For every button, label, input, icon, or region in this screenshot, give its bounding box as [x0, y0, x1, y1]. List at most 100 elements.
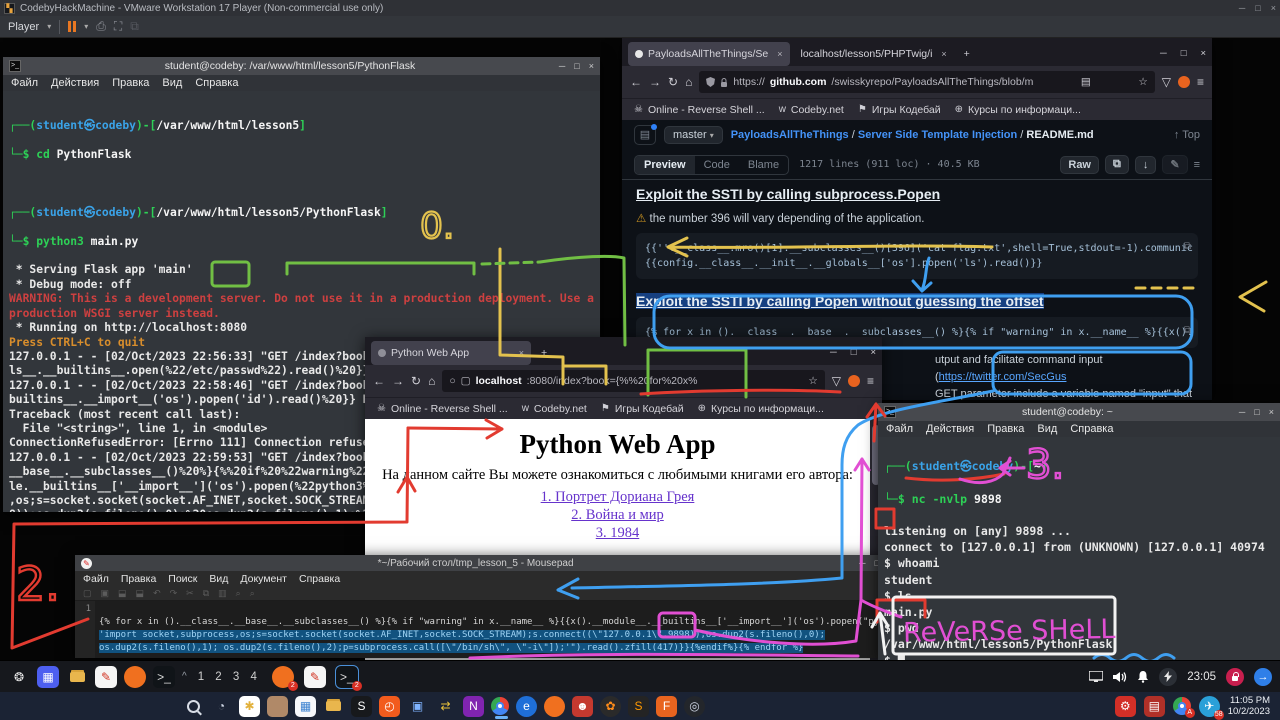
tab-blame[interactable]: Blame [739, 156, 788, 174]
bookmark-star-icon[interactable]: ☆ [1138, 76, 1147, 88]
taskbar-app-icon[interactable]: ✱ [239, 696, 260, 717]
bookmark-star-icon[interactable]: ☆ [808, 375, 817, 387]
mousepad-window[interactable]: ✎ *~/Рабочий стол/tmp_lesson_5 - Mousepa… [75, 555, 886, 658]
maximize-button[interactable]: □ [1181, 48, 1187, 59]
branch-selector[interactable]: master ▾ [664, 126, 723, 144]
taskbar-app-icon[interactable]: S [351, 696, 372, 717]
close-button[interactable]: × [1269, 407, 1274, 417]
reload-icon[interactable]: ↻ [411, 374, 421, 388]
extension-icon[interactable] [1178, 76, 1190, 88]
taskbar-app-icon[interactable] [544, 696, 565, 717]
tray-app-icon[interactable]: A [1173, 697, 1191, 715]
terminal-titlebar[interactable]: >_ student@codeby: /var/www/html/lesson5… [3, 57, 600, 75]
menu-item[interactable]: Вид [209, 573, 228, 585]
open-window-button[interactable]: 2 [272, 666, 294, 688]
minimize-button[interactable]: ─ [1239, 407, 1245, 417]
twitter-link[interactable]: https://twitter.com/SecGus [939, 371, 1067, 383]
taskbar-app-icon[interactable] [267, 696, 288, 717]
menu-item[interactable]: Документ [240, 573, 287, 585]
breadcrumb-repo[interactable]: PayloadsAllTheThings [731, 129, 849, 141]
tab-close-icon[interactable]: × [777, 49, 782, 59]
tray-app-icon[interactable]: ▤ [1144, 696, 1165, 717]
taskbar-app-icon[interactable]: ◴ [379, 696, 400, 717]
taskbar-app-icon[interactable]: e [516, 696, 537, 717]
close-button[interactable]: × [589, 61, 594, 71]
toolbar-icon[interactable]: ▢ [83, 588, 92, 599]
menu-item[interactable]: Файл [886, 423, 913, 435]
bookmark-item[interactable]: ⚑Игры Кодебай [601, 403, 684, 415]
download-icon[interactable]: ↓ [1135, 156, 1157, 174]
suspend-caret-icon[interactable]: ▾ [84, 22, 88, 31]
url-bar[interactable]: ○ ▢ localhost:8080/index?book={%%20for%2… [442, 370, 824, 392]
player-menu[interactable]: Player [8, 21, 39, 33]
mousepad-titlebar[interactable]: ✎ *~/Рабочий стол/tmp_lesson_5 - Mousepa… [75, 555, 886, 571]
maximize-button[interactable]: □ [851, 347, 857, 358]
taskbar-app-icon[interactable]: ◎ [684, 696, 705, 717]
back-to-top-link[interactable]: ↑ Top [1174, 129, 1200, 141]
toolbar-icon[interactable]: ✂ [186, 588, 194, 599]
menu-item[interactable]: Файл [11, 77, 38, 89]
fullscreen-icon[interactable]: ⛶ [114, 19, 122, 34]
bookmark-item[interactable]: wCodeby.net [522, 403, 587, 415]
launcher-icon[interactable]: >_ [153, 666, 175, 688]
display-icon[interactable] [1089, 671, 1103, 682]
copy-icon[interactable]: ⧉ [1184, 239, 1191, 254]
menu-item[interactable]: Вид [162, 77, 182, 89]
logout-icon[interactable]: → [1254, 668, 1272, 686]
close-button[interactable]: × [870, 347, 876, 358]
raw-button[interactable]: Raw [1060, 156, 1099, 174]
file-tree-icon[interactable]: ▤ [634, 125, 656, 145]
section-heading-subprocess-popen[interactable]: Exploit the SSTI by calling subprocess.P… [636, 186, 1198, 202]
toolbar-icon[interactable]: ↷ [170, 588, 178, 599]
taskbar-app-icon[interactable]: ▣ [407, 696, 428, 717]
bell-icon[interactable] [1137, 670, 1149, 683]
book-link[interactable]: 3. 1984 [365, 524, 870, 542]
breadcrumb-folder[interactable]: Server Side Template Injection [858, 129, 1017, 141]
menu-item[interactable]: Вид [1037, 423, 1057, 435]
book-link[interactable]: 1. Портрет Дориана Грея [365, 488, 870, 506]
bookmark-item[interactable]: ⊕Курсы по информаци... [698, 403, 824, 415]
taskbar-app-icon[interactable]: ◔ [211, 696, 232, 717]
minimize-button[interactable]: ─ [1160, 48, 1167, 59]
toolbar-icon[interactable]: ▥ [218, 588, 227, 599]
menu-item[interactable]: Справка [299, 573, 340, 585]
menu-item[interactable]: Действия [51, 77, 99, 89]
reader-view-icon[interactable]: ▤ [1081, 76, 1091, 88]
tray-app-icon[interactable]: ✈58 [1199, 696, 1220, 717]
taskbar-app-icon[interactable] [323, 696, 344, 717]
pocket-icon[interactable]: ▽ [832, 374, 841, 388]
forward-icon[interactable]: → [392, 374, 404, 388]
reload-icon[interactable]: ↻ [668, 75, 678, 89]
launcher-icon[interactable] [124, 666, 146, 688]
book-link[interactable]: 2. Война и мир [365, 506, 870, 524]
copy-raw-icon[interactable]: ⧉ [1105, 155, 1129, 174]
taskbar-app-icon[interactable]: ☻ [572, 696, 593, 717]
tab-localhost-phptwig[interactable]: localhost/lesson5/PHPTwig/i × [794, 42, 954, 66]
new-tab-button[interactable]: + [535, 347, 553, 359]
taskbar-app-icon[interactable] [183, 696, 204, 717]
launcher-icon[interactable]: ▦ [37, 666, 59, 688]
forward-icon[interactable]: → [649, 75, 661, 89]
vmware-close-button[interactable]: × [1271, 3, 1276, 13]
taskbar-app-icon[interactable]: S [628, 696, 649, 717]
close-button[interactable]: × [1200, 48, 1206, 59]
power-manager-icon[interactable] [1159, 668, 1177, 686]
toolbar-icon[interactable]: ⬓ [136, 588, 145, 599]
launcher-icon[interactable]: ✎ [95, 666, 117, 688]
code-block-1[interactable]: {{''.__class__.mro()[1].__subclasses__()… [636, 233, 1198, 279]
vmware-maximize-button[interactable]: □ [1255, 3, 1260, 13]
section-heading-popen-offset[interactable]: Exploit the SSTI by calling Popen withou… [636, 293, 1044, 309]
vmware-minimize-button[interactable]: ─ [1239, 3, 1245, 13]
bookmark-item[interactable]: ⊕Курсы по информаци... [955, 104, 1081, 116]
maximize-button[interactable]: □ [1254, 407, 1259, 417]
bookmark-item[interactable]: ⚑Игры Кодебай [858, 104, 941, 116]
tab-close-icon[interactable]: × [519, 348, 524, 358]
terminal-window-listener[interactable]: >_ student@codeby: ~ ─ □ × ФайлДействияП… [878, 403, 1280, 660]
menu-item[interactable]: Правка [121, 573, 156, 585]
new-tab-button[interactable]: + [958, 48, 976, 60]
open-window-button[interactable]: ✎ [304, 666, 326, 688]
maximize-button[interactable]: □ [574, 61, 579, 71]
minimize-button[interactable]: ─ [859, 558, 865, 568]
taskbar-app-icon[interactable]: ✿ [600, 696, 621, 717]
minimize-button[interactable]: ─ [559, 61, 565, 71]
